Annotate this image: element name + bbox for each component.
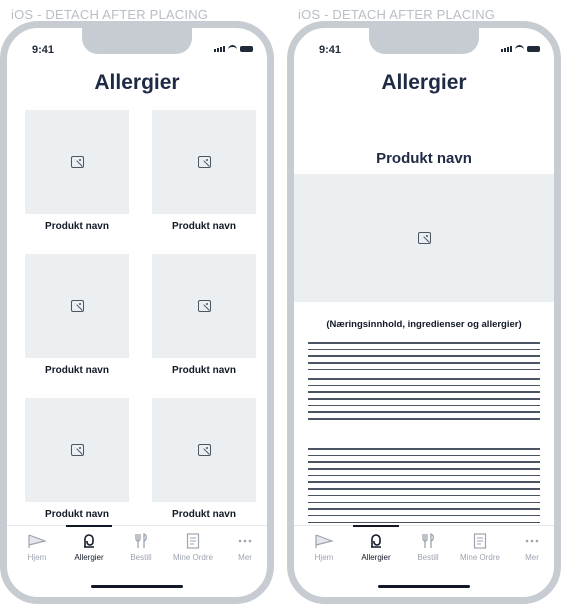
product-name: Produkt navn	[172, 365, 236, 376]
image-icon	[197, 300, 211, 312]
status-icons	[214, 45, 253, 52]
tab-label: Hjem	[314, 553, 334, 562]
signal-icon	[214, 46, 225, 52]
text-placeholder-block	[308, 378, 540, 425]
product-name: Produkt navn	[172, 509, 236, 520]
tab-mine-ordre[interactable]: Mine Ordre	[454, 526, 506, 562]
status-time: 9:41	[319, 44, 342, 56]
notch	[82, 28, 192, 54]
battery-icon	[240, 46, 253, 52]
tab-label: Mer	[238, 553, 252, 562]
product-image	[294, 174, 554, 302]
tab-allergier[interactable]: Allergier	[63, 525, 115, 562]
image-icon	[197, 156, 211, 168]
image-icon	[70, 156, 84, 168]
product-card[interactable]: Produkt navn	[152, 254, 256, 376]
frame-label-left: iOS - DETACH AFTER PLACING	[11, 7, 209, 22]
product-image	[25, 110, 129, 214]
tab-hjem[interactable]: Hjem	[11, 526, 63, 562]
tab-label: Allergier	[361, 553, 391, 562]
allergy-icon	[371, 534, 381, 548]
image-icon	[417, 232, 431, 244]
allergy-icon	[84, 534, 94, 548]
page-title: Allergier	[381, 71, 467, 94]
notch	[369, 28, 479, 54]
product-card[interactable]: Produkt navn	[25, 398, 129, 520]
text-placeholder-block	[308, 342, 540, 375]
nutrition-heading: (Næringsinnhold, ingredienser og allergi…	[326, 319, 522, 330]
tab-bar: Hjem Allergier Bestill Mine Ordre Mer	[7, 525, 267, 566]
receipt-icon	[186, 533, 200, 549]
product-card[interactable]: Produkt navn	[25, 254, 129, 376]
tab-mer[interactable]: Mer	[219, 526, 267, 562]
image-icon	[70, 300, 84, 312]
page-title: Allergier	[94, 71, 180, 94]
receipt-icon	[473, 533, 487, 549]
tab-label: Mine Ordre	[459, 553, 500, 562]
tab-allergier[interactable]: Allergier	[350, 525, 402, 562]
flag-icon	[315, 534, 334, 548]
tab-label: Mer	[525, 553, 539, 562]
product-card[interactable]: Produkt navn	[152, 398, 256, 520]
status-icons	[501, 45, 540, 52]
flag-icon	[28, 534, 47, 548]
product-image	[25, 398, 129, 502]
product-name: Produkt navn	[45, 509, 109, 520]
home-indicator[interactable]	[91, 585, 183, 588]
more-icon	[525, 539, 539, 543]
product-image	[25, 254, 129, 358]
tab-label: Allergier	[74, 553, 104, 562]
product-card[interactable]: Produkt navn	[152, 110, 256, 232]
image-icon	[70, 444, 84, 456]
status-time: 9:41	[32, 44, 55, 56]
frame-label-right: iOS - DETACH AFTER PLACING	[298, 7, 496, 22]
product-title: Produkt navn	[376, 150, 472, 167]
wifi-icon	[228, 45, 237, 52]
tab-mine-ordre[interactable]: Mine Ordre	[167, 526, 219, 562]
cutlery-icon	[422, 533, 434, 548]
product-card[interactable]: Produkt navn	[25, 110, 129, 232]
phone-allergy-list: 9:41 Allergier Produkt navn Produkt navn…	[0, 21, 274, 604]
product-image	[152, 398, 256, 502]
cutlery-icon	[135, 533, 147, 548]
tab-hjem[interactable]: Hjem	[298, 526, 350, 562]
tab-mer[interactable]: Mer	[506, 526, 554, 562]
home-indicator[interactable]	[378, 585, 470, 588]
phone-product-detail: 9:41 Allergier Produkt navn (Næringsinnh…	[287, 21, 561, 604]
tab-bestill[interactable]: Bestill	[115, 526, 167, 562]
image-icon	[197, 444, 211, 456]
text-placeholder-block	[308, 448, 540, 528]
battery-icon	[527, 46, 540, 52]
tab-bestill[interactable]: Bestill	[402, 526, 454, 562]
product-name: Produkt navn	[45, 221, 109, 232]
product-image	[152, 254, 256, 358]
wifi-icon	[515, 45, 524, 52]
product-name: Produkt navn	[45, 365, 109, 376]
tab-bar: Hjem Allergier Bestill Mine Ordre Mer	[294, 525, 554, 566]
more-icon	[238, 539, 252, 543]
tab-label: Bestill	[130, 553, 152, 562]
tab-label: Mine Ordre	[172, 553, 213, 562]
tab-label: Hjem	[27, 553, 47, 562]
product-image	[152, 110, 256, 214]
tab-label: Bestill	[417, 553, 439, 562]
product-name: Produkt navn	[172, 221, 236, 232]
signal-icon	[501, 46, 512, 52]
